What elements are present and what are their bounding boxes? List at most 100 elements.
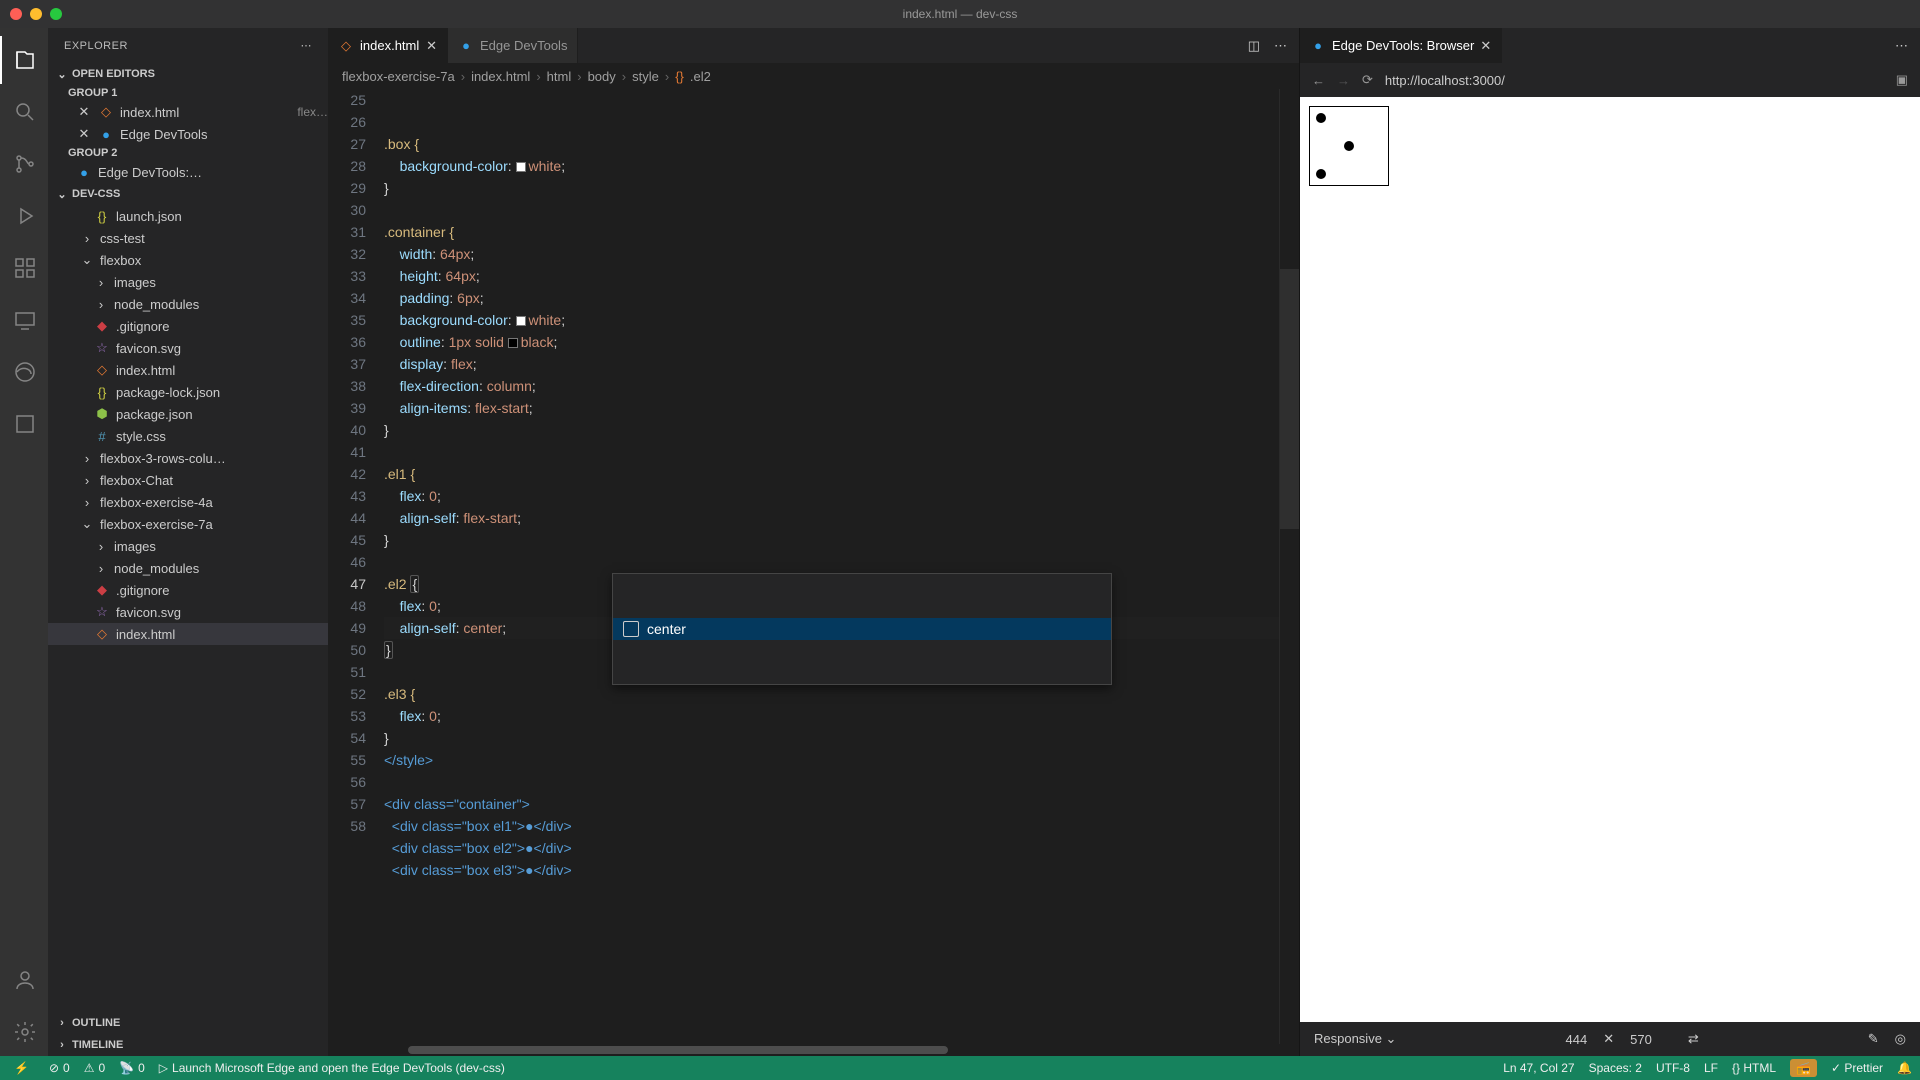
breadcrumb-item[interactable]: flexbox-exercise-7a (342, 69, 455, 84)
minimap-slider[interactable] (1280, 269, 1299, 529)
close-icon[interactable]: ✕ (76, 126, 92, 142)
activity-wallaby-icon[interactable] (0, 400, 48, 448)
status-warnings[interactable]: ⚠ 0 (84, 1061, 105, 1075)
code-line[interactable]: align-items: flex-start; (384, 397, 1279, 419)
code-line[interactable]: background-color: white; (384, 155, 1279, 177)
breadcrumb-item[interactable]: .el2 (690, 69, 711, 84)
activity-extensions-icon[interactable] (0, 244, 48, 292)
tree-item[interactable]: ›flexbox-3-rows-colu… (48, 447, 328, 469)
code-line[interactable]: width: 64px; (384, 243, 1279, 265)
tree-item[interactable]: ☆favicon.svg (48, 601, 328, 623)
editor[interactable]: 2526272829303132333435363738394041424344… (328, 89, 1299, 1044)
tab[interactable]: ●Edge DevTools (448, 28, 578, 63)
code-line[interactable]: background-color: white; (384, 309, 1279, 331)
tree-item[interactable]: ⬢package.json (48, 403, 328, 425)
tab[interactable]: ◇index.html✕ (328, 28, 448, 63)
minimap[interactable] (1279, 89, 1299, 1044)
open-editor-item[interactable]: ●Edge DevTools:… (48, 161, 328, 183)
code-line[interactable]: .container { (384, 221, 1279, 243)
browser-reload-icon[interactable]: ⟳ (1362, 72, 1373, 88)
status-cursor[interactable]: Ln 47, Col 27 (1503, 1061, 1574, 1075)
browser-forward-icon[interactable]: → (1337, 73, 1350, 88)
status-spaces[interactable]: Spaces: 2 (1589, 1061, 1642, 1075)
code-line[interactable]: } (384, 419, 1279, 441)
device-selector[interactable]: Responsive ⌄ (1314, 1031, 1396, 1047)
more-actions-icon[interactable]: ⋯ (1895, 38, 1908, 54)
window-maximize-icon[interactable] (50, 8, 62, 20)
code-line[interactable]: .el3 { (384, 683, 1279, 705)
activity-account-icon[interactable] (0, 956, 48, 1004)
window-minimize-icon[interactable] (30, 8, 42, 20)
breadcrumb-item[interactable]: body (588, 69, 616, 84)
code-line[interactable]: padding: 6px; (384, 287, 1279, 309)
tree-item[interactable]: {}launch.json (48, 205, 328, 227)
activity-debug-icon[interactable] (0, 192, 48, 240)
activity-explorer-icon[interactable] (0, 36, 48, 84)
tree-item[interactable]: ›css-test (48, 227, 328, 249)
breadcrumb[interactable]: flexbox-exercise-7a›index.html›html›body… (328, 63, 1299, 89)
code-line[interactable] (384, 199, 1279, 221)
code-line[interactable] (384, 551, 1279, 573)
tree-item[interactable]: ⌄flexbox (48, 249, 328, 271)
code-line[interactable]: <div class="box el3">●</div> (384, 859, 1279, 881)
tree-item[interactable]: ◇index.html (48, 623, 328, 645)
code-line[interactable] (384, 771, 1279, 793)
tree-item[interactable]: ◇index.html (48, 359, 328, 381)
code-line[interactable]: outline: 1px solid black; (384, 331, 1279, 353)
tree-item[interactable]: {}package-lock.json (48, 381, 328, 403)
tree-item[interactable]: ›images (48, 271, 328, 293)
scrollbar-thumb[interactable] (408, 1046, 948, 1054)
tree-item[interactable]: ›flexbox-exercise-4a (48, 491, 328, 513)
code-line[interactable]: flex: 0; (384, 485, 1279, 507)
browser-inspect-icon[interactable]: ▣ (1896, 72, 1908, 88)
open-editor-item[interactable]: ✕◇index.htmlflex… (48, 101, 328, 123)
tree-item[interactable]: ›node_modules (48, 293, 328, 315)
tree-item[interactable]: ›node_modules (48, 557, 328, 579)
close-icon[interactable]: ✕ (76, 104, 92, 120)
open-editors-section[interactable]: ⌄OPEN EDITORS (48, 63, 328, 85)
horizontal-scrollbar[interactable] (328, 1044, 1299, 1056)
code-line[interactable]: } (384, 529, 1279, 551)
code-line[interactable]: <div class="box el2">●</div> (384, 837, 1279, 859)
code-line[interactable]: align-self: flex-start; (384, 507, 1279, 529)
code-line[interactable]: } (384, 727, 1279, 749)
browser-url[interactable]: http://localhost:3000/ (1385, 73, 1884, 88)
activity-search-icon[interactable] (0, 88, 48, 136)
screencast-settings-icon[interactable]: ✎ (1868, 1031, 1879, 1047)
tree-item[interactable]: #style.css (48, 425, 328, 447)
code-line[interactable]: display: flex; (384, 353, 1279, 375)
breadcrumb-item[interactable]: html (547, 69, 572, 84)
window-close-icon[interactable] (10, 8, 22, 20)
status-launch[interactable]: ▷ Launch Microsoft Edge and open the Edg… (159, 1061, 505, 1075)
autocomplete-popup[interactable]: center (612, 573, 1112, 685)
viewport-width[interactable]: 444 (1566, 1032, 1588, 1047)
split-editor-icon[interactable]: ◫ (1248, 38, 1260, 54)
timeline-section[interactable]: ›TIMELINE (48, 1034, 328, 1056)
tab[interactable]: ●Edge DevTools: Browser✕ (1300, 28, 1502, 63)
tree-item[interactable]: ⌄flexbox-exercise-7a (48, 513, 328, 535)
tab-close-icon[interactable]: ✕ (1480, 38, 1491, 54)
code-line[interactable]: height: 64px; (384, 265, 1279, 287)
more-actions-icon[interactable]: ⋯ (1274, 38, 1287, 54)
status-prettier[interactable]: ✓ Prettier (1831, 1061, 1883, 1075)
tree-item[interactable]: ›images (48, 535, 328, 557)
browser-viewport[interactable] (1300, 97, 1920, 1022)
status-go-live[interactable]: 📻 (1790, 1059, 1817, 1077)
tree-item[interactable]: ◆.gitignore (48, 315, 328, 337)
code-line[interactable]: <div class="box el1">●</div> (384, 815, 1279, 837)
activity-remote-icon[interactable] (0, 296, 48, 344)
code-line[interactable]: <div class="container"> (384, 793, 1279, 815)
project-section[interactable]: ⌄DEV-CSS (48, 183, 328, 205)
breadcrumb-item[interactable]: index.html (471, 69, 530, 84)
sidebar-more-icon[interactable]: ⋯ (301, 39, 313, 52)
screencast-toggle-icon[interactable]: ◎ (1895, 1031, 1906, 1047)
status-encoding[interactable]: UTF-8 (1656, 1061, 1690, 1075)
code-line[interactable]: flex: 0; (384, 705, 1279, 727)
code-line[interactable]: .box { (384, 133, 1279, 155)
code-line[interactable] (384, 441, 1279, 463)
code-line[interactable]: } (384, 177, 1279, 199)
browser-back-icon[interactable]: ← (1312, 73, 1325, 88)
remote-indicator[interactable]: ⚡ (8, 1059, 35, 1077)
rotate-icon[interactable]: ⇄ (1688, 1031, 1699, 1047)
status-errors[interactable]: ⊘ 0 (49, 1061, 70, 1075)
